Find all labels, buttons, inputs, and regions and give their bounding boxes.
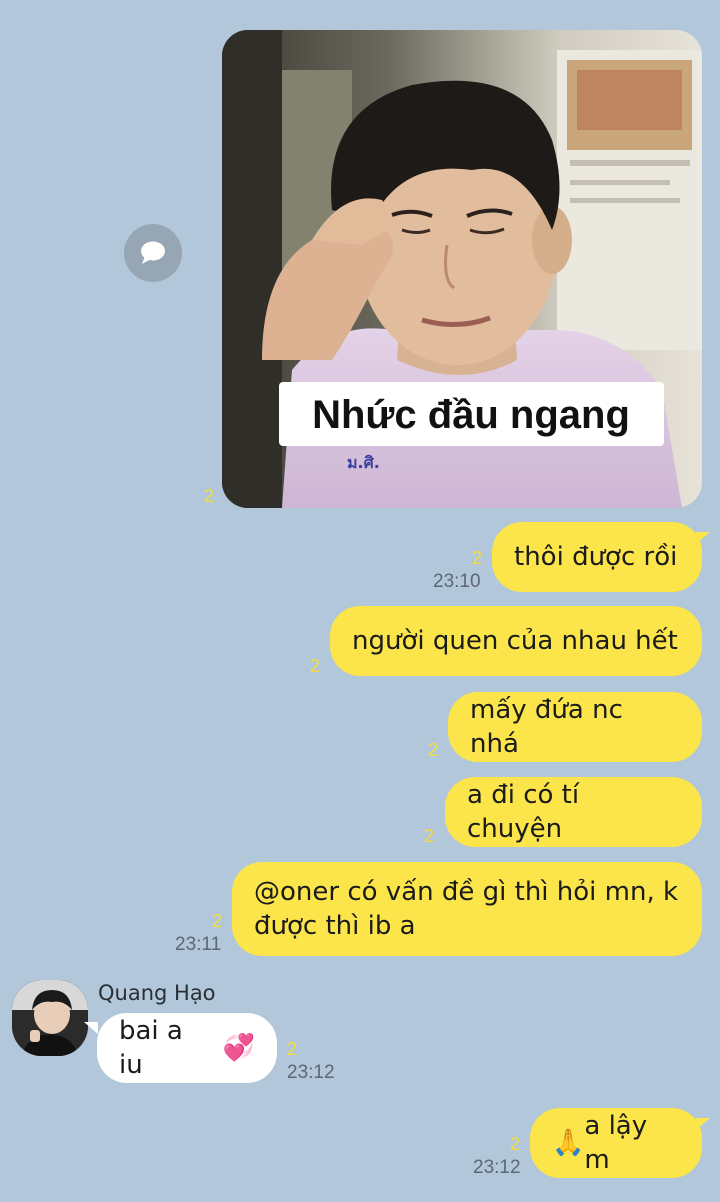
message-bubble-out[interactable]: @oner có vấn đề gì thì hỏi mn, k được th…: [232, 862, 702, 956]
message-bubble-out[interactable]: người quen của nhau hết: [330, 606, 702, 676]
unread-count: 2: [310, 656, 321, 676]
message-text: mấy đứa nc nhá: [470, 695, 623, 759]
share-button[interactable]: [124, 224, 182, 282]
bubble-tail: [696, 1118, 710, 1130]
sticker-image[interactable]: Nhức đầu ngang ม.ศิ.: [222, 30, 702, 508]
unread-count: 2: [428, 740, 439, 760]
message-time: 23:12: [473, 1157, 521, 1178]
message-text-line-1: @oner có vấn đề gì thì hỏi mn, k: [254, 877, 679, 907]
unread-count: 2: [510, 1134, 521, 1154]
unread-count: 2: [287, 1039, 298, 1059]
unread-count: 2: [212, 911, 223, 931]
chat-bubble-icon: [141, 241, 165, 264]
message-bubble-in[interactable]: bai a iu 💞: [97, 1013, 277, 1083]
message-text-line-2: được thì ib a: [254, 911, 416, 941]
sticker-caption: Nhức đầu ngang: [312, 393, 630, 437]
message-bubble-out[interactable]: a đi có tí chuyện: [445, 777, 702, 847]
message-time: 23:10: [433, 571, 481, 592]
message-bubble-out[interactable]: thôi được rồi: [492, 522, 702, 592]
bubble-tail: [84, 1022, 98, 1034]
unread-count: 2: [424, 826, 435, 846]
sparkling-hearts-emoji: 💞: [222, 1033, 255, 1063]
folded-hands-emoji: 🙏: [552, 1128, 585, 1158]
sticker-unread-count: 2: [204, 486, 215, 506]
message-bubble-out[interactable]: 🙏 a lậy m: [530, 1108, 702, 1178]
message-time: 23:12: [287, 1062, 335, 1083]
message-text: a đi có tí chuyện: [467, 780, 580, 844]
message-time: 23:11: [175, 934, 222, 955]
message-text: thôi được rồi: [514, 542, 678, 572]
message-text: a lậy m: [584, 1111, 648, 1175]
message-bubble-out[interactable]: mấy đứa nc nhá: [448, 692, 702, 762]
sender-name: Quang Hạo: [98, 981, 216, 1005]
bubble-tail: [696, 532, 710, 544]
message-text: bai a iu: [119, 1016, 183, 1080]
avatar[interactable]: [12, 980, 88, 1056]
message-text: người quen của nhau hết: [352, 626, 678, 656]
shirt-badge: ม.ศิ.: [347, 453, 380, 472]
unread-count: 2: [472, 548, 483, 568]
